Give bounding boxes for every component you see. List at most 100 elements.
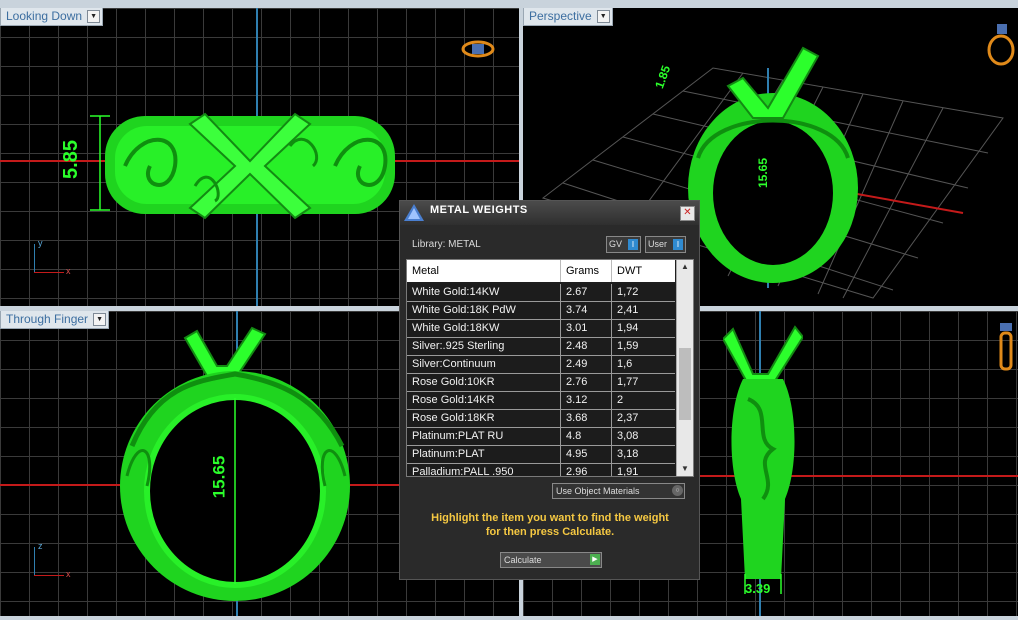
cell-metal: Rose Gold:14KR <box>407 392 561 409</box>
cell-dwt: 1,6 <box>617 358 633 370</box>
chevron-down-icon[interactable]: ▼ <box>87 10 101 23</box>
gv-toggle[interactable]: GV I <box>606 236 642 253</box>
instruction-line-1: Highlight the item you want to find the … <box>431 512 669 524</box>
column-header-grams[interactable]: Grams <box>561 260 612 282</box>
column-header-dwt[interactable]: DWT <box>612 260 675 282</box>
gv-toggle-label: GV <box>609 239 623 249</box>
chevron-down-icon[interactable]: ▼ <box>596 10 610 23</box>
cell-grams: 2.76 <box>561 374 612 391</box>
cell-metal: White Gold:18KW <box>407 320 561 337</box>
cell-metal: White Gold:18K PdW <box>407 302 561 319</box>
cell-dwt: 2 <box>617 394 624 406</box>
scroll-down-icon[interactable]: ▼ <box>677 462 693 476</box>
ring-perspective-view <box>688 46 858 283</box>
axis-gizmo: z x <box>30 541 80 581</box>
play-icon: ▶ <box>590 554 600 565</box>
toggle-circle-icon: ○ <box>672 485 683 496</box>
ring-side-view <box>723 325 803 594</box>
dialog-title: METAL WEIGHTS <box>430 204 528 216</box>
cell-dwt: 1,72 <box>617 286 639 298</box>
viewport-label: Looking Down <box>6 9 83 23</box>
cell-grams: 3.74 <box>561 302 612 319</box>
cell-dwt: 1,59 <box>617 340 639 352</box>
metal-table: Metal Grams DWT White Gold:14KW 2.67 1,72 W… <box>406 259 694 477</box>
cell-metal: Rose Gold:18KR <box>407 410 561 427</box>
cell-grams: 3.01 <box>561 320 612 337</box>
table-row[interactable]: Silver:Continuum 2.49 1,6 <box>407 356 675 374</box>
cell-grams: 2.96 <box>561 464 612 476</box>
viewport-tab-looking-down[interactable]: Looking Down ▼ <box>0 8 104 26</box>
dimension-label-diameter: 15.65 <box>756 157 771 189</box>
table-row[interactable]: White Gold:14KW 2.67 1,72 <box>407 284 675 302</box>
cell-grams: 2.67 <box>561 284 612 301</box>
table-row[interactable]: Silver:.925 Sterling 2.48 1,59 <box>407 338 675 356</box>
axis-gizmo: y x <box>30 238 80 278</box>
cell-metal: White Gold:14KW <box>407 284 561 301</box>
calculate-label: Calculate <box>504 555 542 565</box>
cell-grams: 4.8 <box>561 428 612 445</box>
close-icon[interactable]: ✕ <box>680 206 695 221</box>
viewport-label: Perspective <box>529 9 592 23</box>
table-row[interactable]: Rose Gold:18KR 3.68 2,37 <box>407 410 675 428</box>
viewport-label: Through Finger <box>6 312 89 326</box>
cell-dwt: 1,77 <box>617 376 639 388</box>
axis-label-y: y <box>38 238 43 248</box>
cell-metal: Platinum:PLAT <box>407 446 561 463</box>
viewport-tab-through-finger[interactable]: Through Finger ▼ <box>0 311 110 329</box>
cell-dwt: 1,94 <box>617 322 639 334</box>
dimension-label-width: 3.39 <box>745 581 771 596</box>
table-row[interactable]: Platinum:PLAT 4.95 3,18 <box>407 446 675 464</box>
dialog-title-bar[interactable]: METAL WEIGHTS ✕ <box>400 201 699 225</box>
scroll-up-icon[interactable]: ▲ <box>677 260 693 274</box>
toggle-knob-icon: I <box>673 239 684 250</box>
cell-metal: Rose Gold:10KR <box>407 374 561 391</box>
instruction-text: Highlight the item you want to find the … <box>410 511 690 539</box>
library-label: Library: METAL <box>412 239 481 250</box>
metal-weights-dialog: METAL WEIGHTS ✕ Library: METAL GV I User… <box>399 200 700 580</box>
cell-metal: Silver:Continuum <box>407 356 561 373</box>
cell-dwt: 3,18 <box>617 448 639 460</box>
ring-top-view <box>105 112 395 220</box>
dimension-label-inner-diameter: 15.65 <box>209 455 229 499</box>
table-row[interactable]: White Gold:18KW 3.01 1,94 <box>407 320 675 338</box>
app-logo-icon <box>404 204 424 221</box>
cell-metal: Platinum:PLAT RU <box>407 428 561 445</box>
viewport-tab-perspective[interactable]: Perspective ▼ <box>523 8 613 26</box>
table-row[interactable]: Platinum:PLAT RU 4.8 3,08 <box>407 428 675 446</box>
cell-dwt: 3,08 <box>617 430 639 442</box>
cell-dwt: 2,37 <box>617 412 639 424</box>
cell-metal: Silver:.925 Sterling <box>407 338 561 355</box>
use-object-materials-toggle[interactable]: Use Object Materials ○ <box>552 483 685 499</box>
cell-grams: 2.49 <box>561 356 612 373</box>
cell-grams: 3.12 <box>561 392 612 409</box>
toggle-knob-icon: I <box>628 239 639 250</box>
user-toggle[interactable]: User I <box>645 236 687 253</box>
cell-grams: 4.95 <box>561 446 612 463</box>
view-cube-ring-icon[interactable] <box>985 20 1017 68</box>
view-cube-ring-icon[interactable] <box>460 38 496 60</box>
table-scrollbar[interactable]: ▲ ▼ <box>676 260 693 476</box>
cell-dwt: 2,41 <box>617 304 639 316</box>
axis-label-x: x <box>66 266 71 276</box>
dimension-label-height: 5.85 <box>59 140 82 179</box>
instruction-line-2: for then press Calculate. <box>485 526 615 538</box>
view-cube-ring-side-icon[interactable] <box>995 321 1017 371</box>
cell-metal: Palladium:PALL .950 <box>407 464 561 476</box>
table-row[interactable]: Rose Gold:10KR 2.76 1,77 <box>407 374 675 392</box>
cell-dwt: 1,91 <box>617 466 639 477</box>
column-header-metal[interactable]: Metal <box>407 260 561 282</box>
use-object-materials-label: Use Object Materials <box>556 486 640 496</box>
ring-through-finger-view <box>120 326 350 601</box>
axis-label-x: x <box>66 569 71 579</box>
calculate-button[interactable]: Calculate ▶ <box>500 552 602 568</box>
user-toggle-label: User <box>648 239 668 249</box>
table-row[interactable]: White Gold:18K PdW 3.74 2,41 <box>407 302 675 320</box>
scroll-thumb[interactable] <box>679 348 691 420</box>
chevron-down-icon[interactable]: ▼ <box>93 313 107 326</box>
table-row[interactable]: Palladium:PALL .950 2.96 1,91 <box>407 464 675 477</box>
cell-grams: 3.68 <box>561 410 612 427</box>
cell-grams: 2.48 <box>561 338 612 355</box>
table-header: Metal Grams DWT <box>407 260 675 282</box>
table-body: White Gold:14KW 2.67 1,72 White Gold:18K Pd… <box>407 284 675 477</box>
table-row[interactable]: Rose Gold:14KR 3.12 2 <box>407 392 675 410</box>
